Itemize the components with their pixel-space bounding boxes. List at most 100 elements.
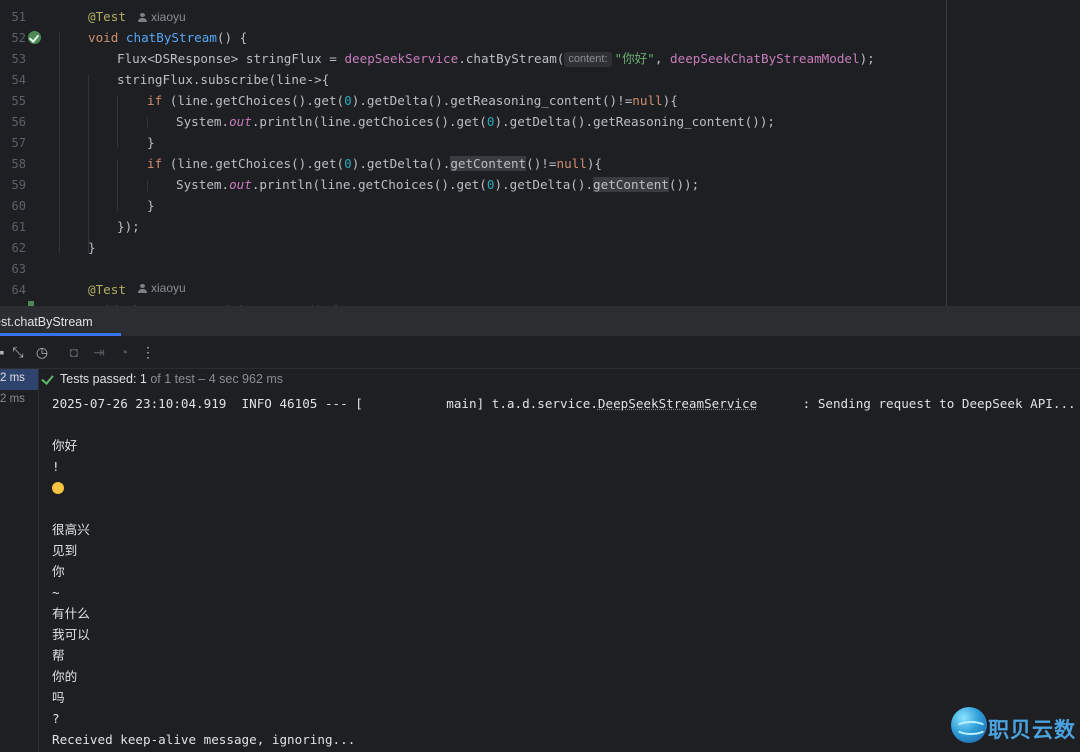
indent-guide	[117, 159, 118, 211]
code-token: ());	[668, 177, 700, 192]
author-name: xiaoyu	[151, 281, 186, 295]
code-token: (line.getChoices().get(	[169, 156, 345, 171]
console-line: ?	[52, 711, 60, 726]
code-editor[interactable]: 51 52 53 54 55 56 57 58 59 60 61 62 63 64 @Test void c…	[0, 0, 1080, 306]
code-token: ){	[586, 156, 602, 171]
indent-guide	[117, 96, 118, 148]
code-line[interactable]: if (line.getChoices().get(0).getDelta().…	[147, 90, 678, 111]
status-prefix: Tests passed:	[60, 372, 140, 386]
test-tree-row[interactable]: 2 ms	[0, 390, 38, 411]
field-reference-token: deepSeekChatByStreamModel	[670, 51, 860, 66]
code-line[interactable]: }	[88, 237, 96, 258]
line-number: 56	[11, 115, 26, 129]
more-icon[interactable]: ⋮	[140, 344, 156, 360]
stop-icon[interactable]: ▪	[0, 344, 10, 360]
annotation-token: @Test	[88, 282, 126, 297]
console-line: 我可以	[52, 627, 90, 642]
run-test-passed-icon[interactable]	[28, 31, 41, 44]
run-tool-window: est.chatByStream ▪ ⤡ ◷ ◘ ⇥ ◔ ⋮ 2 ms 2 ms…	[0, 306, 1080, 752]
collapse-icon[interactable]: ⤡	[10, 344, 26, 360]
test-tree-row[interactable]: 2 ms	[0, 369, 38, 390]
check-icon	[41, 372, 54, 385]
indent-guide	[147, 117, 148, 128]
console-line: 你的	[52, 669, 78, 684]
test-duration: 2 ms	[0, 393, 25, 405]
code-line[interactable]: @Test	[88, 279, 126, 300]
editor-gutter: 51 52 53 54 55 56 57 58 59 60 61 62 63 64	[0, 0, 44, 306]
code-token: ).getDelta().	[494, 177, 594, 192]
string-token: "你好"	[614, 51, 655, 66]
code-token: () {	[216, 30, 248, 45]
console-line: 2025-07-26 23:10:04.919 INFO 46105 --- […	[52, 393, 1076, 414]
console-line: 帮	[52, 648, 65, 663]
line-number: 52	[11, 31, 26, 45]
profiler-icon[interactable]: ◔	[116, 344, 132, 360]
highlighted-usage: getContent	[593, 177, 669, 192]
line-number: 54	[11, 73, 26, 87]
code-token: }	[88, 240, 96, 255]
test-status-row: Tests passed: 1 of 1 test – 4 sec 962 ms	[38, 369, 1080, 390]
code-line[interactable]: void chatByStream() {	[88, 27, 247, 48]
code-token: ).getDelta().	[351, 156, 451, 171]
author-inlay-1[interactable]: xiaoyu	[138, 10, 186, 24]
field-reference-token: deepSeekService	[344, 51, 459, 66]
code-token: System.	[176, 114, 230, 129]
code-line[interactable]: if (line.getChoices().get(0).getDelta().…	[147, 153, 602, 174]
line-number: 58	[11, 157, 26, 171]
console-line: 你好	[52, 438, 78, 453]
number-token: 0	[344, 156, 352, 171]
author-inlay-2[interactable]: xiaoyu	[138, 281, 186, 295]
code-token: });	[117, 219, 140, 234]
parameter-hint: content:	[564, 52, 612, 67]
logger-class-link[interactable]: DeepSeekStreamService	[598, 396, 757, 411]
code-token: }	[147, 198, 155, 213]
console-line: 你	[52, 564, 65, 579]
keyword-token: null	[632, 93, 663, 108]
highlighted-usage: getContent	[450, 156, 527, 171]
code-line[interactable]: }	[147, 132, 155, 153]
history-icon[interactable]: ◷	[34, 344, 50, 360]
test-results-tree: 2 ms 2 ms	[0, 369, 39, 752]
code-token: ).getDelta().getReasoning_content()!=	[351, 93, 633, 108]
status-summary: of 1 test – 4 sec 962 ms	[146, 372, 284, 386]
console-line: !	[52, 459, 60, 474]
static-field-token: out	[229, 114, 252, 129]
code-token: stringFlux.subscribe(line->{	[117, 72, 330, 87]
code-token: .chatByStream(	[458, 51, 565, 66]
code-line[interactable]: }	[147, 195, 155, 216]
code-token: ()!=	[526, 156, 557, 171]
camera-icon[interactable]: ◘	[66, 344, 82, 360]
line-number: 59	[11, 178, 26, 192]
annotation-token: @Test	[88, 9, 126, 24]
code-token: System.	[176, 177, 230, 192]
import-icon[interactable]: ⇥	[91, 344, 107, 360]
run-tab-label: est.chatByStream	[0, 315, 93, 329]
smiling-emoji-icon	[52, 482, 64, 494]
run-toolbar: ▪ ⤡ ◷ ◘ ⇥ ◔ ⋮	[0, 336, 1080, 369]
code-line[interactable]: @Test	[88, 6, 126, 27]
console-line: Received keep-alive message, ignoring...	[52, 732, 356, 747]
globe-logo-icon	[951, 707, 987, 743]
code-line[interactable]: System.out.println(line.getChoices().get…	[176, 174, 699, 195]
code-token: Flux<DSResponse> stringFlux =	[117, 51, 345, 66]
keyword-token: void	[88, 30, 126, 45]
keyword-token: null	[556, 156, 587, 171]
line-number: 64	[11, 283, 26, 297]
code-token: .println(line.getChoices().get(	[251, 177, 487, 192]
code-token: }	[147, 135, 155, 150]
console-line: 吗	[52, 690, 65, 705]
code-line[interactable]: });	[117, 216, 140, 237]
run-tab-bar: est.chatByStream	[0, 307, 1080, 336]
code-line[interactable]: System.out.println(line.getChoices().get…	[176, 111, 775, 132]
log-text: : Sending request to DeepSeek API...	[757, 396, 1076, 411]
keyword-token: if	[147, 156, 170, 171]
code-line[interactable]: Flux<DSResponse> stringFlux = deepSeekSe…	[117, 48, 875, 69]
user-icon	[138, 284, 147, 293]
line-number: 51	[11, 10, 26, 24]
code-token: .println(line.getChoices().get(	[251, 114, 487, 129]
line-number: 61	[11, 220, 26, 234]
run-tab[interactable]: est.chatByStream	[0, 307, 121, 336]
code-line[interactable]: stringFlux.subscribe(line->{	[117, 69, 329, 90]
console-line: ~	[52, 585, 60, 600]
code-token: (line.getChoices().get(	[169, 93, 345, 108]
